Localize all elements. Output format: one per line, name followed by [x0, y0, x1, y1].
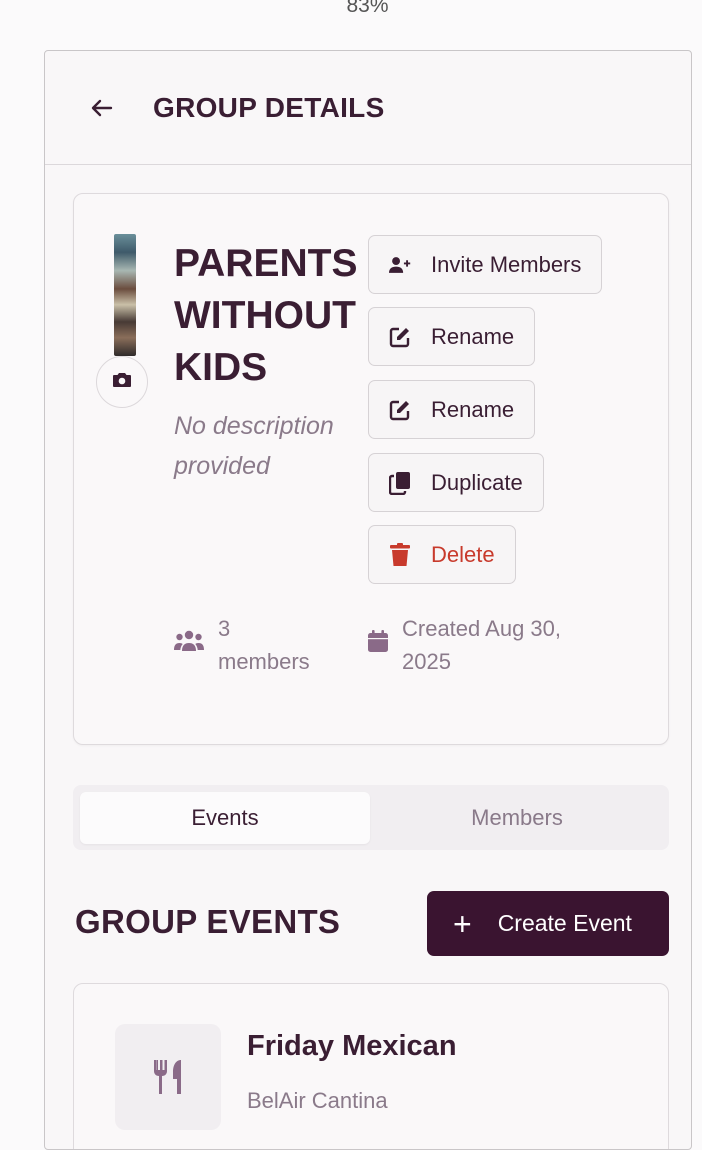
users-icon [174, 628, 204, 661]
duplicate-button[interactable]: Duplicate [368, 453, 544, 512]
invite-members-button[interactable]: Invite Members [368, 235, 603, 294]
page-title: GROUP DETAILS [153, 91, 385, 123]
app-window: GROUP DETAILS PARENTS WITHOUT KIDS No de… [44, 50, 692, 1150]
page-header: GROUP DETAILS [45, 51, 691, 165]
tab-members[interactable]: Members [372, 792, 662, 844]
tab-events[interactable]: Events [80, 792, 370, 844]
edit-icon [389, 399, 411, 421]
camera-icon [112, 372, 132, 393]
event-title: Friday Mexican [247, 1030, 457, 1062]
duplicate-label: Duplicate [431, 469, 523, 495]
create-event-label: Create Event [497, 910, 632, 936]
copy-icon [389, 471, 411, 495]
invite-members-label: Invite Members [431, 251, 582, 277]
utensils-icon [115, 1024, 221, 1130]
back-arrow-icon[interactable] [91, 96, 115, 120]
group-image [114, 234, 136, 356]
created-date-text: Created Aug 30, 2025 [402, 616, 562, 674]
delete-label: Delete [431, 541, 495, 567]
trash-icon [389, 542, 411, 566]
rename-label: Rename [431, 323, 515, 349]
event-card[interactable]: Friday Mexican BelAir Cantina [73, 983, 669, 1149]
created-date: Created Aug 30, 2025 [368, 612, 592, 678]
rename-button[interactable]: Rename [368, 307, 536, 366]
group-description: No description provided [174, 412, 334, 480]
change-photo-button[interactable] [96, 356, 148, 408]
rename-label-2: Rename [431, 396, 515, 422]
members-count-value: 3 [218, 616, 231, 641]
group-info-card: PARENTS WITHOUT KIDS No description prov… [73, 193, 669, 745]
calendar-icon [368, 628, 388, 661]
create-event-button[interactable]: + Create Event [427, 891, 669, 956]
plus-icon: + [453, 905, 472, 942]
edit-icon [389, 326, 411, 348]
tab-bar: Events Members [73, 785, 669, 850]
members-count: 3 members [174, 612, 310, 678]
rename-button-2[interactable]: Rename [368, 380, 536, 439]
section-title: GROUP EVENTS [75, 903, 341, 940]
user-plus-icon [389, 254, 411, 276]
delete-button[interactable]: Delete [368, 525, 516, 584]
group-name: PARENTS WITHOUT KIDS [174, 242, 358, 389]
members-count-label: members [218, 649, 310, 674]
zoom-level: 83% [346, 0, 389, 17]
event-venue: BelAir Cantina [247, 1088, 388, 1113]
